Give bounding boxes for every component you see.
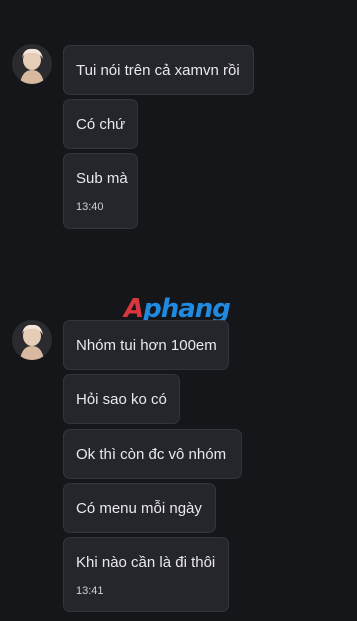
message-text: Nhóm tui hơn 100em — [76, 337, 217, 354]
message-bubble[interactable]: Tui nói trên cả xamvn rồi — [63, 45, 254, 95]
sender-avatar[interactable] — [12, 320, 52, 360]
message-bubble[interactable]: Có menu mỗi ngày — [63, 483, 216, 533]
message-bubble[interactable]: Sub mà 13:40 — [63, 153, 138, 229]
message-timestamp: 13:41 — [76, 585, 104, 597]
message-bubble[interactable]: Có chứ — [63, 99, 138, 149]
message-text: Ok thì còn đc vô nhóm — [76, 446, 227, 463]
message-text: Hỏi sao ko có — [76, 391, 167, 408]
message-text: Có chứ — [76, 116, 126, 133]
message-text: Khi nào cần là đi thôi — [76, 554, 216, 571]
sender-avatar[interactable] — [12, 44, 52, 84]
chat-thread: Tui nói trên cả xamvn rồi Có chứ Sub mà … — [0, 0, 357, 621]
message-text: Sub mà — [76, 170, 128, 187]
message-bubble[interactable]: Nhóm tui hơn 100em — [63, 320, 229, 370]
message-text: Tui nói trên cả xamvn rồi — [76, 62, 240, 79]
message-bubble[interactable]: Ok thì còn đc vô nhóm — [63, 429, 242, 479]
message-timestamp: 13:40 — [76, 201, 104, 213]
message-bubble[interactable]: Khi nào cần là đi thôi 13:41 — [63, 537, 229, 612]
message-bubble[interactable]: Hỏi sao ko có — [63, 374, 180, 424]
message-text: Có menu mỗi ngày — [76, 500, 202, 517]
